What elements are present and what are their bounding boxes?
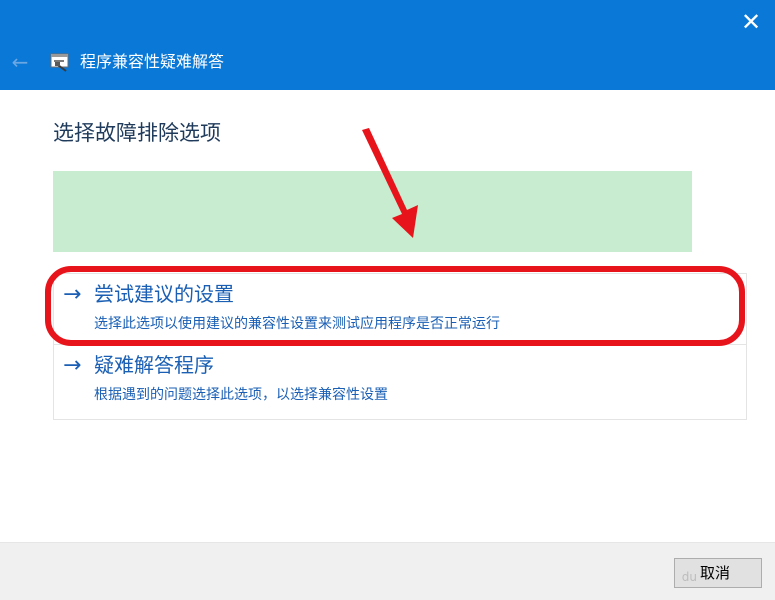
option-troubleshoot-program[interactable]: → 疑难解答程序 根据遇到的问题选择此选项，以选择兼容性设置 — [53, 344, 747, 420]
window-title: 程序兼容性疑难解答 — [80, 52, 225, 71]
option-title: 尝试建议的设置 — [94, 282, 234, 306]
option-try-recommended-settings[interactable]: → 尝试建议的设置 选择此选项以使用建议的兼容性设置来测试应用程序是否正常运行 — [53, 273, 747, 349]
close-icon: ✕ — [740, 8, 762, 36]
dialog-content: 选择故障排除选项 → 尝试建议的设置 选择此选项以使用建议的兼容性设置来测试应用… — [0, 90, 775, 542]
back-arrow-icon: ← — [11, 50, 29, 74]
page-title: 选择故障排除选项 — [53, 121, 221, 145]
cancel-button[interactable]: du 取消 — [674, 558, 762, 588]
arrow-right-icon: → — [63, 282, 82, 307]
option-description: 选择此选项以使用建议的兼容性设置来测试应用程序是否正常运行 — [94, 316, 500, 332]
dialog-footer: du 取消 — [0, 542, 775, 600]
cancel-label: 取消 — [700, 564, 731, 582]
title-bar: ✕ ← 程序兼容性疑难解答 — [0, 0, 775, 90]
green-banner — [53, 171, 692, 252]
watermark: du — [681, 570, 697, 584]
option-description: 根据遇到的问题选择此选项，以选择兼容性设置 — [94, 387, 388, 403]
compatibility-troubleshooter-icon — [50, 53, 69, 72]
option-title: 疑难解答程序 — [94, 353, 214, 377]
back-button[interactable]: ← — [6, 47, 34, 77]
close-button[interactable]: ✕ — [728, 0, 774, 44]
arrow-right-icon: → — [63, 353, 82, 378]
